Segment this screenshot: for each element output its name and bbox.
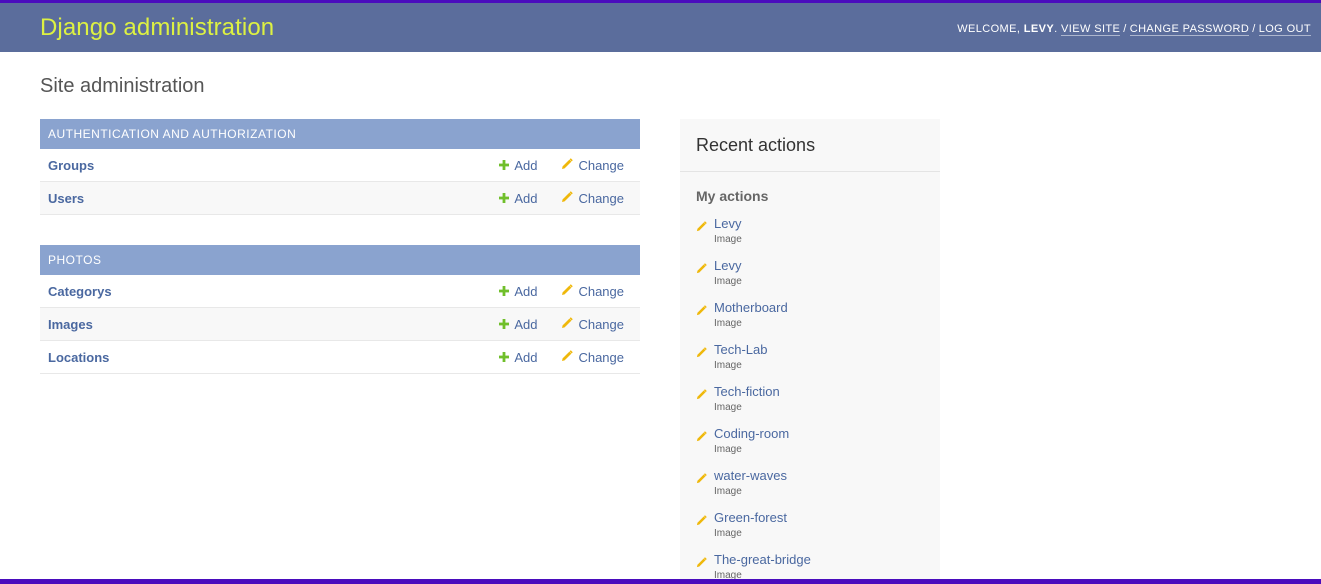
view-site-link[interactable]: View site bbox=[1061, 22, 1121, 36]
model-link-categorys[interactable]: Categorys bbox=[48, 284, 475, 299]
list-item: The-great-bridge Image bbox=[696, 552, 924, 581]
user-tools: Welcome, Levy. View site / Change password… bbox=[957, 22, 1311, 36]
module-caption[interactable]: Authentication and Authorization bbox=[40, 119, 640, 149]
pencil-icon bbox=[696, 513, 707, 531]
recent-action-type: Image bbox=[714, 486, 742, 497]
username: Levy bbox=[1023, 22, 1055, 35]
add-label: Add bbox=[514, 190, 538, 206]
recent-action-type: Image bbox=[714, 276, 742, 287]
pencil-icon bbox=[561, 349, 574, 365]
recent-action-type: Image bbox=[714, 444, 742, 455]
app-modules: Authentication and Authorization Groups … bbox=[40, 119, 640, 404]
page-title: Site administration bbox=[40, 75, 205, 97]
recent-action-type: Image bbox=[714, 570, 742, 581]
recent-action-link[interactable]: Green-forest bbox=[714, 510, 924, 526]
pencil-icon bbox=[696, 261, 707, 279]
add-groups-button[interactable]: Add bbox=[499, 158, 537, 173]
recent-action-link[interactable]: Tech-Lab bbox=[714, 342, 924, 358]
change-label: Change bbox=[578, 283, 624, 299]
model-row-users: Users Add Change bbox=[40, 182, 640, 215]
list-item: Motherboard Image bbox=[696, 300, 924, 342]
add-label: Add bbox=[514, 157, 538, 173]
change-categorys-button[interactable]: Change bbox=[561, 284, 624, 299]
recent-action-type: Image bbox=[714, 234, 742, 245]
change-password-link[interactable]: Change password bbox=[1129, 22, 1250, 36]
add-images-button[interactable]: Add bbox=[499, 317, 537, 332]
model-link-groups[interactable]: Groups bbox=[48, 158, 475, 173]
recent-action-link[interactable]: water-waves bbox=[714, 468, 924, 484]
header: Django administration Welcome, Levy. Vie… bbox=[0, 3, 1321, 52]
viewport: Django administration Welcome, Levy. Vie… bbox=[0, 0, 1321, 584]
log-out-link[interactable]: Log out bbox=[1258, 22, 1311, 36]
pencil-icon bbox=[561, 157, 574, 173]
model-row-categorys: Categorys Add Change bbox=[40, 275, 640, 308]
site-branding[interactable]: Django administration bbox=[40, 14, 274, 42]
recent-action-link[interactable]: The-great-bridge bbox=[714, 552, 924, 568]
add-users-button[interactable]: Add bbox=[499, 191, 537, 206]
recent-action-link[interactable]: Levy bbox=[714, 258, 924, 274]
model-row-locations: Locations Add Change bbox=[40, 341, 640, 374]
plus-icon bbox=[499, 350, 510, 365]
action-list: Levy Image Levy Image Motherboard Image … bbox=[680, 216, 940, 581]
pencil-icon bbox=[696, 387, 707, 405]
change-label: Change bbox=[578, 316, 624, 332]
plus-icon bbox=[499, 284, 510, 299]
module-auth: Authentication and Authorization Groups … bbox=[40, 119, 640, 215]
change-label: Change bbox=[578, 349, 624, 365]
model-link-users[interactable]: Users bbox=[48, 191, 475, 206]
model-link-locations[interactable]: Locations bbox=[48, 350, 475, 365]
pencil-icon bbox=[696, 219, 707, 237]
plus-icon bbox=[499, 191, 510, 206]
pencil-icon bbox=[561, 283, 574, 299]
change-images-button[interactable]: Change bbox=[561, 317, 624, 332]
model-link-images[interactable]: Images bbox=[48, 317, 475, 332]
recent-action-link[interactable]: Tech-fiction bbox=[714, 384, 924, 400]
pencil-icon bbox=[696, 429, 707, 447]
recent-action-type: Image bbox=[714, 318, 742, 329]
add-categorys-button[interactable]: Add bbox=[499, 284, 537, 299]
recent-action-link[interactable]: Coding-room bbox=[714, 426, 924, 442]
pencil-icon bbox=[561, 316, 574, 332]
model-row-images: Images Add Change bbox=[40, 308, 640, 341]
change-users-button[interactable]: Change bbox=[561, 191, 624, 206]
list-item: Coding-room Image bbox=[696, 426, 924, 468]
add-label: Add bbox=[514, 349, 538, 365]
recent-action-link[interactable]: Motherboard bbox=[714, 300, 924, 316]
add-label: Add bbox=[514, 316, 538, 332]
list-item: Green-forest Image bbox=[696, 510, 924, 552]
add-locations-button[interactable]: Add bbox=[499, 350, 537, 365]
recent-actions-panel: Recent actions My actions Levy Image Lev… bbox=[680, 119, 940, 581]
pencil-icon bbox=[696, 471, 707, 489]
list-item: water-waves Image bbox=[696, 468, 924, 510]
change-label: Change bbox=[578, 157, 624, 173]
plus-icon bbox=[499, 317, 510, 332]
recent-action-type: Image bbox=[714, 360, 742, 371]
list-item: Levy Image bbox=[696, 216, 924, 258]
welcome-label: Welcome, bbox=[957, 22, 1021, 35]
pencil-icon bbox=[696, 345, 707, 363]
module-photos: Photos Categorys Add Change Images Add bbox=[40, 245, 640, 374]
change-locations-button[interactable]: Change bbox=[561, 350, 624, 365]
plus-icon bbox=[499, 158, 510, 173]
model-row-groups: Groups Add Change bbox=[40, 149, 640, 182]
list-item: Tech-fiction Image bbox=[696, 384, 924, 426]
recent-actions-title: Recent actions bbox=[680, 119, 940, 172]
list-item: Tech-Lab Image bbox=[696, 342, 924, 384]
recent-action-type: Image bbox=[714, 528, 742, 539]
add-label: Add bbox=[514, 283, 538, 299]
pencil-icon bbox=[696, 303, 707, 321]
list-item: Levy Image bbox=[696, 258, 924, 300]
change-groups-button[interactable]: Change bbox=[561, 158, 624, 173]
pencil-icon bbox=[561, 190, 574, 206]
recent-action-link[interactable]: Levy bbox=[714, 216, 924, 232]
recent-action-type: Image bbox=[714, 402, 742, 413]
change-label: Change bbox=[578, 190, 624, 206]
my-actions-heading: My actions bbox=[696, 188, 769, 204]
module-caption[interactable]: Photos bbox=[40, 245, 640, 275]
pencil-icon bbox=[696, 555, 707, 573]
